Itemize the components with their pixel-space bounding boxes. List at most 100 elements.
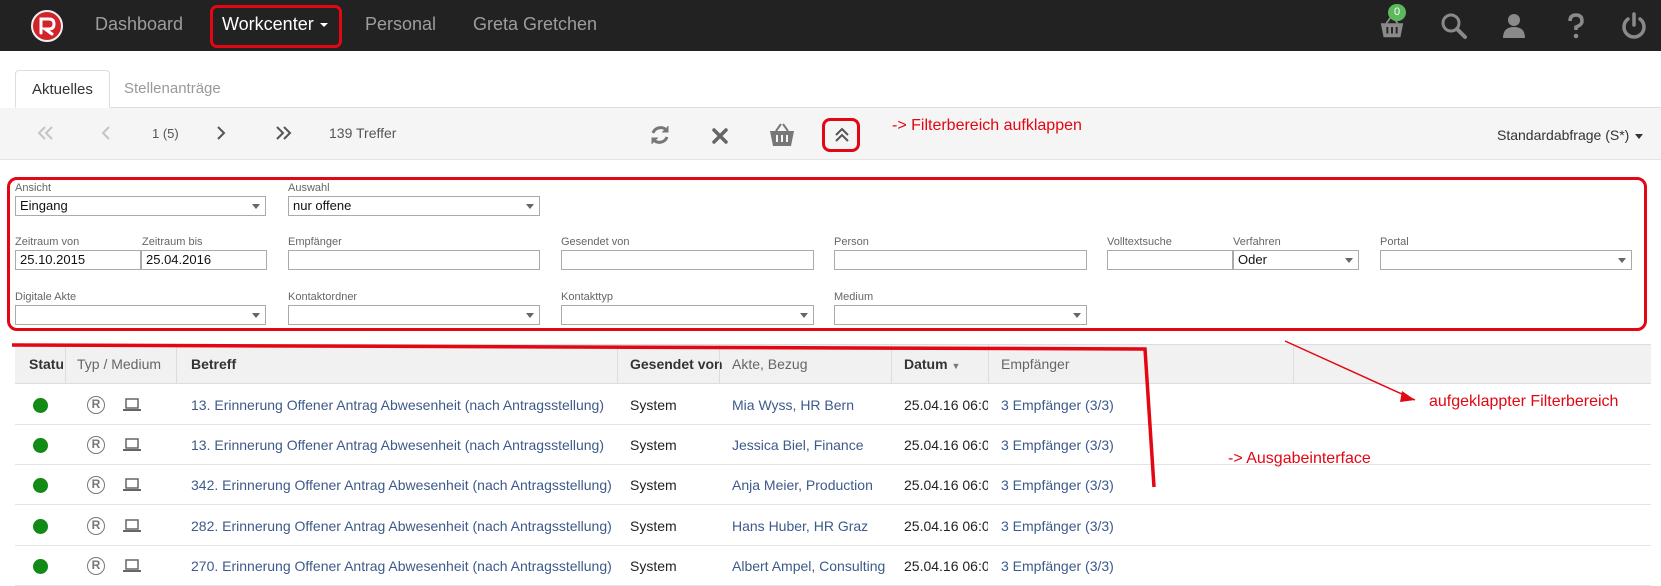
cell-gesendet-von: System [630, 477, 677, 493]
cell-datum: 25.04.16 06:02 [904, 518, 988, 534]
annotation-filter-toggle: -> Filterbereich aufklappen [892, 117, 1082, 134]
zeitraum-von-input[interactable]: 25.10.2015 [15, 250, 141, 270]
label-zeitraum-bis: Zeitraum bis [142, 236, 203, 248]
page-indicator: 1 (5) [152, 126, 179, 141]
column-typ-medium[interactable]: Typ / Medium [77, 356, 161, 372]
cart-count-badge: 0 [1388, 4, 1406, 21]
query-dropdown[interactable]: Standardabfrage (S*) [1497, 127, 1644, 143]
label-ansicht: Ansicht [15, 182, 52, 194]
label-kontaktordner: Kontaktordner [288, 291, 358, 303]
laptop-icon [123, 478, 141, 491]
laptop-icon [123, 519, 141, 532]
clear-filter-icon[interactable] [711, 127, 729, 145]
kontakttyp-select[interactable] [561, 305, 814, 325]
laptop-icon [123, 438, 141, 451]
column-betreff[interactable]: Betreff [191, 356, 236, 372]
cell-betreff[interactable]: 13. Erinnerung Offener Antrag Abwesenhei… [191, 397, 611, 413]
nav-dashboard[interactable]: Dashboard [95, 12, 183, 36]
label-kontakttyp: Kontakttyp [561, 291, 613, 303]
nav-personal[interactable]: Personal [365, 12, 436, 36]
label-volltextsuche: Volltextsuche [1107, 236, 1172, 248]
status-dot-icon [33, 519, 48, 534]
table-header [15, 344, 1651, 384]
cell-betreff[interactable]: 13. Erinnerung Offener Antrag Abwesenhei… [191, 437, 611, 453]
annotation-output-interface: -> Ausgabeinterface [1228, 450, 1371, 467]
laptop-icon [123, 398, 141, 411]
cell-betreff[interactable]: 270. Erinnerung Offener Antrag Abwesenhe… [191, 558, 611, 574]
registered-type-icon: R [87, 436, 105, 454]
registered-type-icon: R [87, 517, 105, 535]
column-divider [65, 345, 66, 383]
basket-icon[interactable] [767, 122, 797, 148]
laptop-icon [123, 559, 141, 572]
refresh-icon[interactable] [649, 124, 671, 146]
medium-select[interactable] [834, 305, 1087, 325]
person-input[interactable] [834, 250, 1087, 270]
column-divider [988, 345, 989, 383]
label-person: Person [834, 236, 869, 248]
column-datum[interactable]: Datum ▼ [904, 356, 960, 372]
caret-down-icon [1635, 133, 1644, 139]
column-divider [1293, 345, 1294, 383]
tab-aktuelles[interactable]: Aktuelles [15, 70, 110, 108]
label-verfahren: Verfahren [1233, 236, 1281, 248]
cell-betreff[interactable]: 282. Erinnerung Offener Antrag Abwesenhe… [191, 518, 611, 534]
empfaenger-input[interactable] [288, 250, 540, 270]
kontaktordner-select[interactable] [288, 305, 540, 325]
portal-select[interactable] [1380, 250, 1632, 270]
label-medium: Medium [834, 291, 874, 303]
cell-akte-bezug[interactable]: Jessica Biel, Finance [732, 437, 887, 453]
registered-type-icon: R [87, 557, 105, 575]
power-icon[interactable] [1620, 12, 1648, 40]
column-gesendet-von[interactable]: Gesendet von [630, 356, 723, 372]
nav-user-name[interactable]: Greta Gretchen [473, 12, 597, 36]
annotation-filter-open: aufgeklappter Filterbereich [1429, 393, 1619, 410]
cell-gesendet-von: System [630, 397, 677, 413]
user-icon[interactable] [1500, 12, 1528, 40]
help-icon[interactable] [1562, 12, 1590, 40]
cell-empfaenger[interactable]: 3 Empfänger (3/3) [1001, 437, 1201, 453]
gesendet-von-input[interactable] [561, 250, 814, 270]
cell-datum: 25.04.16 06:02 [904, 477, 988, 493]
volltextsuche-input[interactable] [1107, 250, 1233, 270]
cell-gesendet-von: System [630, 437, 677, 453]
cell-akte-bezug[interactable]: Hans Huber, HR Graz [732, 518, 887, 534]
last-page-icon[interactable] [274, 125, 292, 141]
cell-datum: 25.04.16 06:02 [904, 397, 988, 413]
status-dot-icon [33, 559, 48, 574]
verfahren-select[interactable]: Oder [1233, 250, 1359, 270]
registered-type-icon: R [87, 476, 105, 494]
column-status[interactable]: Status [29, 356, 63, 372]
status-dot-icon [33, 478, 48, 493]
zeitraum-bis-input[interactable]: 25.04.2016 [141, 250, 267, 270]
hit-count: 139 Treffer [329, 125, 397, 141]
column-divider [617, 345, 618, 383]
cell-empfaenger[interactable]: 3 Empfänger (3/3) [1001, 518, 1201, 534]
auswahl-select[interactable]: nur offene [288, 196, 540, 216]
first-page-icon[interactable] [37, 125, 55, 141]
cell-empfaenger[interactable]: 3 Empfänger (3/3) [1001, 397, 1201, 413]
cell-akte-bezug[interactable]: Albert Ampel, Consulting [732, 558, 887, 574]
cell-empfaenger[interactable]: 3 Empfänger (3/3) [1001, 477, 1201, 493]
cell-datum: 25.04.16 06:02 [904, 437, 988, 453]
tab-stellenantraege[interactable]: Stellenanträge [108, 70, 237, 108]
app-logo[interactable] [31, 10, 63, 42]
cell-akte-bezug[interactable]: Anja Meier, Production [732, 477, 887, 493]
column-empfaenger[interactable]: Empfänger [1001, 356, 1069, 372]
registered-type-icon: R [87, 396, 105, 414]
cell-akte-bezug[interactable]: Mia Wyss, HR Bern [732, 397, 887, 413]
next-page-icon[interactable] [215, 125, 227, 141]
search-icon[interactable] [1440, 12, 1468, 40]
column-akte-bezug[interactable]: Akte, Bezug [732, 356, 808, 372]
ansicht-select[interactable]: Eingang [15, 196, 266, 216]
previous-page-icon[interactable] [100, 125, 112, 141]
column-divider [719, 345, 720, 383]
digitale-akte-select[interactable] [15, 305, 266, 325]
cell-datum: 25.04.16 06:02 [904, 558, 988, 574]
column-divider [176, 345, 177, 383]
highlight-filter-toggle [822, 118, 860, 152]
cell-betreff[interactable]: 342. Erinnerung Offener Antrag Abwesenhe… [191, 477, 611, 493]
sort-desc-icon: ▼ [951, 361, 961, 371]
cell-empfaenger[interactable]: 3 Empfänger (3/3) [1001, 558, 1201, 574]
cell-gesendet-von: System [630, 558, 677, 574]
